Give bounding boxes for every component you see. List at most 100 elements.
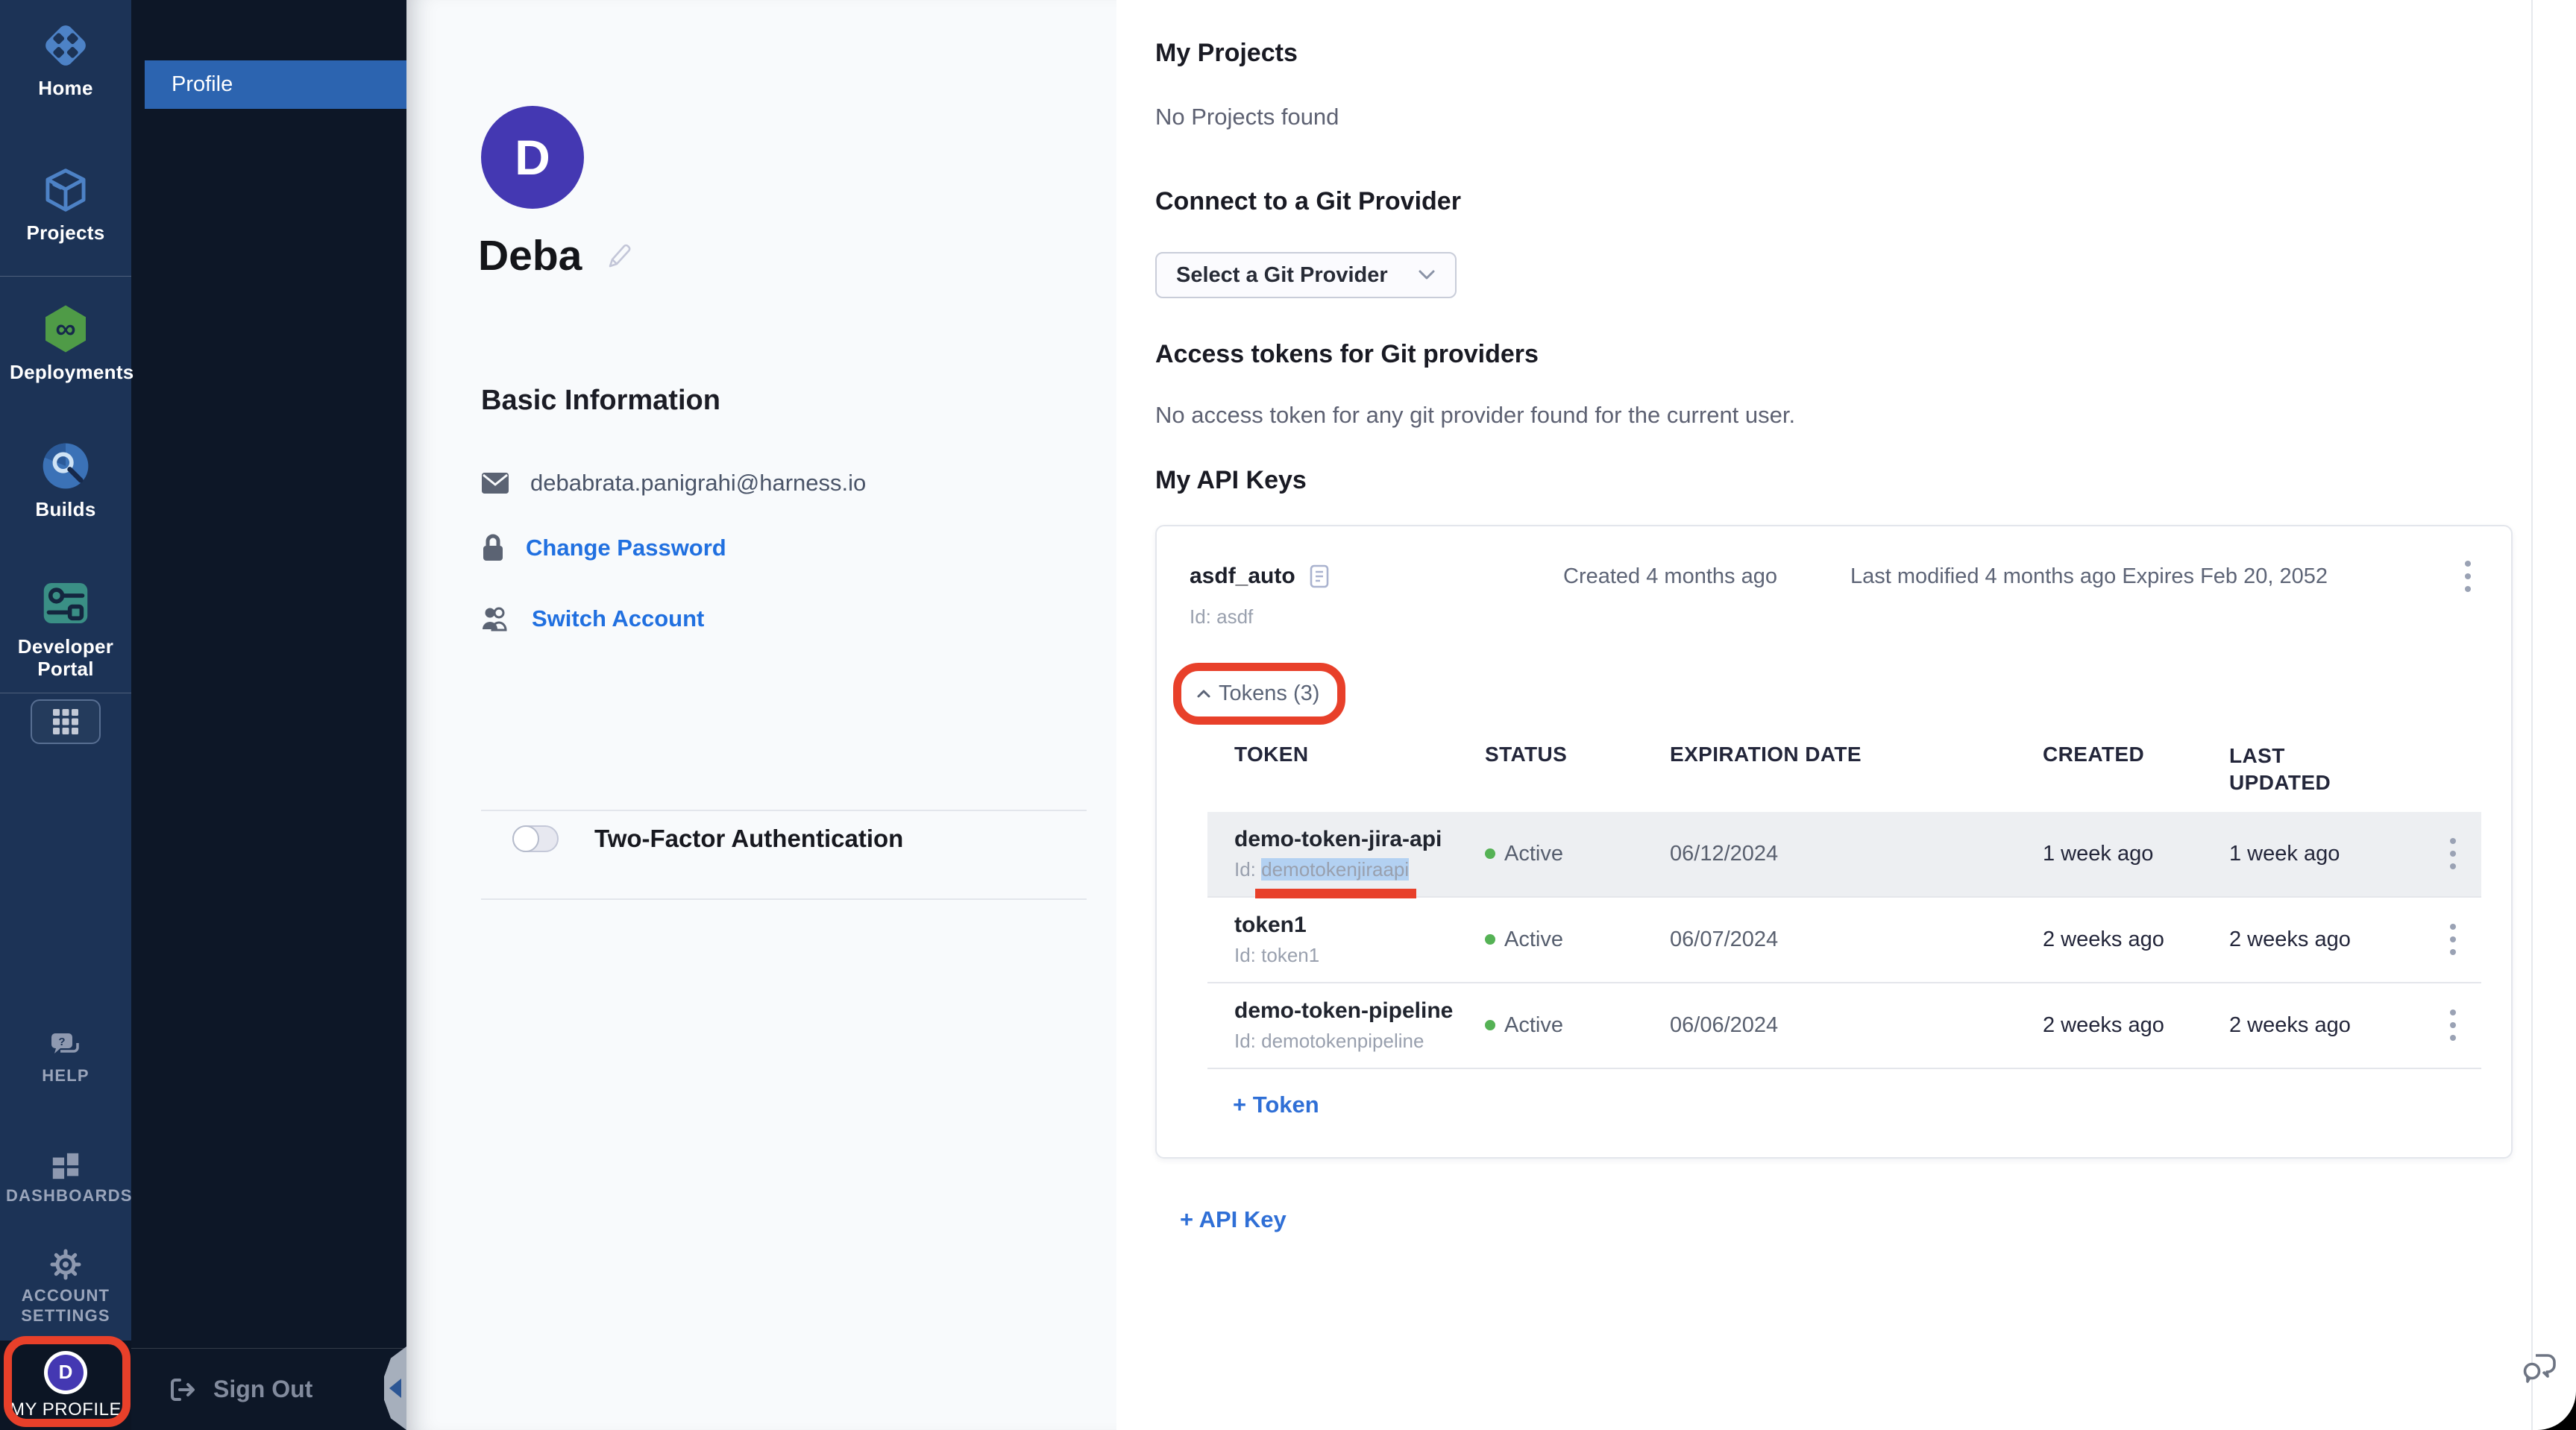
profile-name: Deba xyxy=(478,231,582,280)
access-tokens-heading: Access tokens for Git providers xyxy=(1155,340,2576,369)
tokens-expander[interactable]: Tokens (3) xyxy=(1173,663,1345,725)
table-row-token[interactable]: demo-token-pipeline Id: demotokenpipelin… xyxy=(1207,983,2481,1069)
sidebar-item-my-profile[interactable]: D MY PROFILE xyxy=(0,1341,131,1430)
token-id-selected-text: demotokenjiraapi xyxy=(1261,858,1409,881)
status-label: Active xyxy=(1504,927,1563,952)
two-factor-toggle[interactable] xyxy=(512,825,559,852)
copy-icon[interactable] xyxy=(1309,564,1330,589)
chat-support-icon[interactable] xyxy=(2521,1349,2560,1385)
secondary-sidebar: Profile Sign Out xyxy=(131,0,406,1430)
table-row-token[interactable]: demo-token-jira-api Id: demotokenjiraapi… xyxy=(1207,812,2481,898)
api-keys-heading: My API Keys xyxy=(1155,466,2576,495)
grid-menu-icon xyxy=(49,705,82,738)
updated-ago: 2 weeks ago xyxy=(2202,927,2398,952)
annotation-tokens-highlight: Tokens (3) xyxy=(1173,663,1345,725)
git-provider-select[interactable]: Select a Git Provider xyxy=(1155,252,1457,298)
tokens-table-header: TOKEN STATUS EXPIRATION DATE CREATED LAS… xyxy=(1207,743,2481,812)
sidebar-spacer xyxy=(0,744,131,1030)
sidebar-item-label: Home xyxy=(38,78,92,100)
collapse-arrow-icon xyxy=(389,1379,401,1398)
created-ago: 2 weeks ago xyxy=(2016,1013,2202,1038)
sidebar-item-label: Builds xyxy=(35,499,95,521)
status-label: Active xyxy=(1504,842,1563,866)
token-id: Id: demotokenjiraapi xyxy=(1234,858,1458,881)
status-dot xyxy=(1485,848,1495,859)
sidebar-item-label: DASHBOARDS xyxy=(6,1186,125,1206)
sidebar-item-home[interactable]: Home xyxy=(0,19,131,100)
lock-icon xyxy=(481,534,505,562)
profile-summary-panel: D Deba Basic Information debabrata.panig… xyxy=(406,0,1116,1430)
main-content: My Projects No Projects found Connect to… xyxy=(1116,0,2576,1430)
table-row-token[interactable]: token1 Id: token1 Active 06/07/2024 2 we… xyxy=(1207,898,2481,983)
sidebar-item-label: Deployments xyxy=(10,362,122,384)
nav-item-profile-selected[interactable]: Profile xyxy=(145,60,406,109)
api-key-id: Id: asdf xyxy=(1190,605,2478,629)
status-label: Active xyxy=(1504,1013,1563,1038)
api-key-menu-kebab[interactable] xyxy=(2457,558,2478,595)
sidebar-item-builds[interactable]: Builds xyxy=(0,439,131,521)
gear-icon xyxy=(48,1247,83,1282)
email-value: debabrata.panigrahi@harness.io xyxy=(530,470,866,497)
created-ago: 1 week ago xyxy=(2016,842,2202,866)
sign-out-button[interactable]: Sign Out xyxy=(131,1348,406,1430)
module-section-modules: ∞ Deployments Builds xyxy=(0,276,131,693)
avatar: D xyxy=(48,1355,84,1390)
change-password-link[interactable]: Change Password xyxy=(526,535,726,561)
cube-icon xyxy=(40,164,92,216)
token-id: Id: demotokenpipeline xyxy=(1234,1030,1458,1053)
sign-out-icon xyxy=(169,1376,197,1404)
dashboards-icon xyxy=(50,1150,81,1182)
basic-information-heading: Basic Information xyxy=(481,385,720,417)
sidebar-item-dashboards[interactable]: DASHBOARDS xyxy=(6,1150,125,1206)
token-name: token1 xyxy=(1234,913,1458,938)
profile-name-row: Deba xyxy=(478,231,634,280)
sidebar-item-account-settings[interactable]: ACCOUNT SETTINGS xyxy=(6,1247,125,1326)
token-menu-kebab[interactable] xyxy=(2443,1007,2463,1044)
module-picker-button[interactable] xyxy=(31,699,101,744)
tokens-table: TOKEN STATUS EXPIRATION DATE CREATED LAS… xyxy=(1207,743,2481,1069)
switch-account-link[interactable]: Switch Account xyxy=(532,605,704,632)
api-key-name-group: asdf_auto xyxy=(1190,564,1563,589)
chevron-up-icon xyxy=(1195,685,1213,703)
created-ago: 2 weeks ago xyxy=(2016,927,2202,952)
status-dot xyxy=(1485,934,1495,945)
builds-icon xyxy=(39,439,92,493)
profile-avatar: D xyxy=(481,106,584,209)
token-menu-kebab[interactable] xyxy=(2443,835,2463,872)
status-dot xyxy=(1485,1020,1495,1030)
change-password-row: Change Password xyxy=(481,534,726,562)
avatar-ring: D xyxy=(44,1351,87,1394)
api-key-modified: Last modified 4 months ago Expires Feb 2… xyxy=(1850,564,2457,589)
sidebar-item-developer-portal[interactable]: Developer Portal xyxy=(0,576,131,681)
two-factor-row: Two-Factor Authentication xyxy=(512,825,903,853)
sidebar-item-help[interactable]: ? HELP xyxy=(42,1030,89,1086)
git-provider-select-value: Select a Git Provider xyxy=(1176,263,1388,288)
add-token-button[interactable]: + Token xyxy=(1233,1092,1319,1118)
add-api-key-button[interactable]: + API Key xyxy=(1180,1206,1287,1233)
col-header-status: STATUS xyxy=(1458,743,1643,766)
updated-ago: 1 week ago xyxy=(2202,842,2398,866)
tokens-expander-label: Tokens (3) xyxy=(1219,681,1319,706)
access-tokens-empty-text: No access token for any git provider fou… xyxy=(1155,402,2576,429)
token-id: Id: token1 xyxy=(1234,944,1458,967)
help-chat-icon: ? xyxy=(48,1030,83,1062)
api-key-created: Created 4 months ago xyxy=(1563,564,1850,589)
my-projects-empty-text: No Projects found xyxy=(1155,104,2576,130)
content-edge-line xyxy=(2531,0,2533,1430)
edit-name-pencil-icon[interactable] xyxy=(604,241,634,271)
git-provider-heading: Connect to a Git Provider xyxy=(1155,187,2576,216)
col-header-expiration: EXPIRATION DATE xyxy=(1643,743,2016,766)
sidebar-item-label: MY PROFILE xyxy=(10,1399,122,1420)
sign-out-label: Sign Out xyxy=(213,1376,312,1403)
expiration-date: 06/07/2024 xyxy=(1643,927,2016,952)
sidebar-item-deployments[interactable]: ∞ Deployments xyxy=(0,302,131,384)
divider xyxy=(481,810,1087,811)
sidebar-item-projects[interactable]: Projects xyxy=(0,164,131,245)
updated-ago: 2 weeks ago xyxy=(2202,1013,2398,1038)
chevron-down-icon xyxy=(1418,269,1436,281)
users-icon xyxy=(481,606,511,631)
expiration-date: 06/12/2024 xyxy=(1643,842,2016,866)
svg-text:?: ? xyxy=(58,1036,65,1048)
toggle-knob xyxy=(512,825,539,852)
token-menu-kebab[interactable] xyxy=(2443,921,2463,958)
